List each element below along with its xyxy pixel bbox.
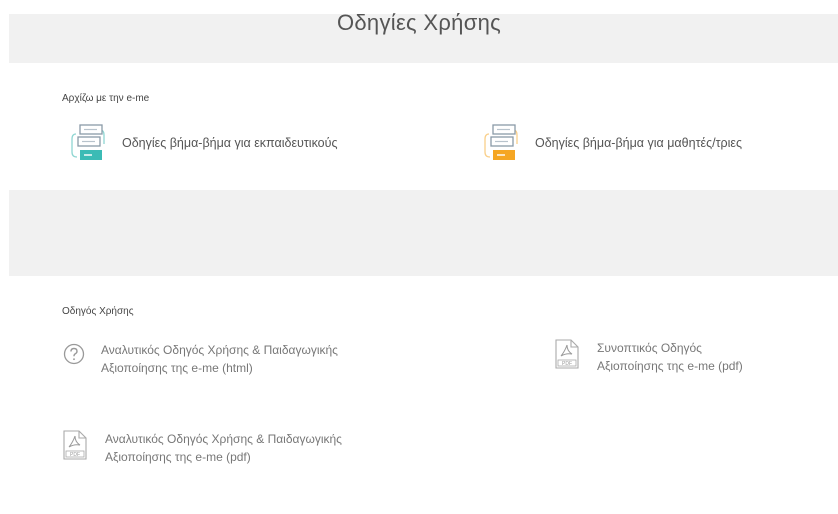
svg-text:PDF: PDF <box>562 361 572 367</box>
svg-text:PDF: PDF <box>70 452 80 458</box>
help-circle-icon <box>63 343 85 365</box>
doc-link-line1: Αναλυτικός Οδηγός Χρήσης & Παιδαγωγικής <box>101 343 338 357</box>
section-label-getting-started: Αρχίζω με την e-me <box>62 93 150 104</box>
students-guide-label: Οδηγίες βήμα-βήμα για μαθητές/τριες <box>535 136 742 150</box>
doc-link-line1: Αναλυτικός Οδηγός Χρήσης & Παιδαγωγικής <box>105 432 342 446</box>
teachers-guide-link[interactable]: Οδηγίες βήμα-βήμα για εκπαιδευτικούς <box>70 122 338 164</box>
doc-link-line2: Αξιοποίησης της e-me (pdf) <box>597 359 743 373</box>
pdf-icon: PDF <box>63 430 87 460</box>
section-label-user-guide: Οδηγός Χρήσης <box>62 306 134 317</box>
teachers-guide-label: Οδηγίες βήμα-βήμα για εκπαιδευτικούς <box>122 136 338 150</box>
summary-guide-pdf-link[interactable]: PDF Συνοπτικός Οδηγός Αξιοποίησης της e-… <box>555 339 743 375</box>
detailed-guide-pdf-link[interactable]: PDF Αναλυτικός Οδηγός Χρήσης & Παιδαγωγι… <box>63 430 342 466</box>
pdf-icon: PDF <box>555 339 579 369</box>
doc-link-line1: Συνοπτικός Οδηγός <box>597 341 702 355</box>
students-guide-link[interactable]: Οδηγίες βήμα-βήμα για μαθητές/τριες <box>483 122 742 164</box>
teacher-guide-icon <box>70 122 112 164</box>
doc-link-line2: Αξιοποίησης της e-me (pdf) <box>105 450 251 464</box>
page-title: Οδηγίες Χρήσης <box>336 10 502 35</box>
doc-link-line2: Αξιοποίησης της e-me (html) <box>101 361 253 375</box>
divider-band <box>9 190 838 276</box>
detailed-guide-html-link[interactable]: Αναλυτικός Οδηγός Χρήσης & Παιδαγωγικής … <box>63 341 338 377</box>
student-guide-icon <box>483 122 525 164</box>
